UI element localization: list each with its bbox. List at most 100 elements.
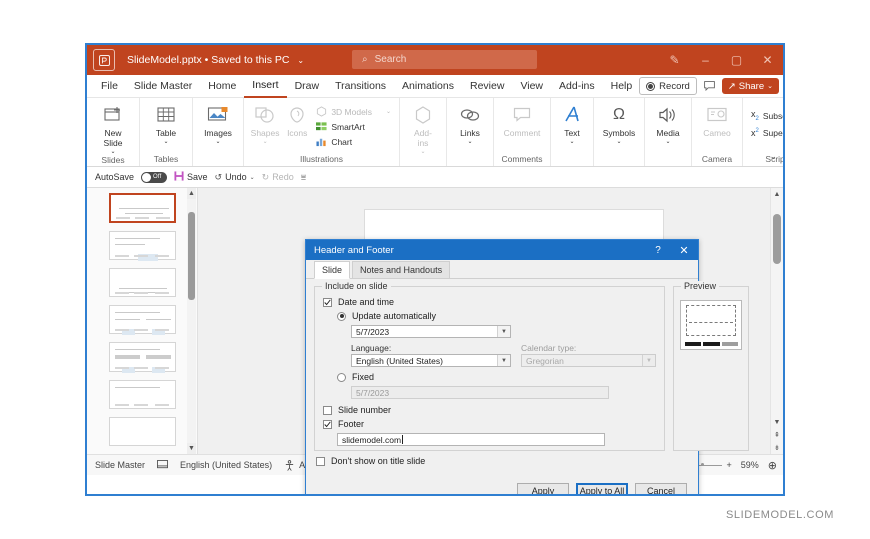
- thumbnail-slide-1[interactable]: [108, 193, 176, 223]
- scroll-down-icon[interactable]: ▼: [187, 443, 196, 454]
- chart-button[interactable]: Chart: [313, 134, 394, 149]
- text-button[interactable]: Text ⌄: [556, 101, 588, 146]
- chevron-down-icon[interactable]: ⌄: [386, 108, 391, 115]
- zoom-level-label[interactable]: 59%: [741, 460, 759, 470]
- tab-draw[interactable]: Draw: [287, 76, 328, 97]
- tab-notes-and-handouts[interactable]: Notes and Handouts: [352, 261, 451, 278]
- subscript-button[interactable]: x2 Subscript: [748, 107, 783, 124]
- record-button[interactable]: Record: [639, 77, 697, 95]
- fit-to-window-icon[interactable]: ⊕: [768, 459, 777, 472]
- vertical-scrollbar[interactable]: ▲ ▼ ⇞ ⇟: [770, 188, 783, 454]
- fixed-row[interactable]: Fixed: [337, 372, 656, 382]
- smartart-button[interactable]: SmartArt: [313, 119, 394, 134]
- superscript-button[interactable]: x2 Superscript: [748, 124, 783, 141]
- qat-more-button[interactable]: ⩸: [301, 172, 306, 183]
- icons-button[interactable]: Icons: [281, 101, 313, 139]
- symbols-button[interactable]: Ω Symbols ⌄: [599, 101, 639, 146]
- thumbnail-scrollbar[interactable]: ▲ ▼: [187, 188, 196, 454]
- header-and-footer-dialog[interactable]: Header and Footer ? ✕ Slide Notes and Ha…: [305, 239, 749, 494]
- search-box[interactable]: ⌕ Search: [352, 50, 537, 69]
- save-button[interactable]: Save: [174, 170, 208, 184]
- previous-slide-icon[interactable]: ⇞: [771, 429, 783, 441]
- tab-file[interactable]: File: [93, 76, 126, 97]
- close-button[interactable]: ✕: [752, 45, 783, 75]
- comment-button[interactable]: Comment: [499, 101, 545, 139]
- date-format-combobox[interactable]: 5/7/2023 ▼: [351, 325, 511, 338]
- minimize-button[interactable]: –: [690, 45, 721, 75]
- chevron-down-icon[interactable]: ⌄: [297, 56, 304, 65]
- apply-button[interactable]: Apply: [517, 482, 569, 494]
- tab-help[interactable]: Help: [603, 76, 641, 97]
- search-input[interactable]: Search: [375, 54, 407, 65]
- 3d-models-button[interactable]: 3D Models ⌄: [313, 104, 394, 119]
- footer-checkbox[interactable]: [323, 419, 332, 429]
- language-combobox[interactable]: English (United States) ▼: [351, 354, 511, 367]
- collapse-ribbon-button[interactable]: ⌄: [769, 151, 777, 162]
- share-button[interactable]: ↗ Share ⌄: [721, 78, 779, 94]
- tab-animations[interactable]: Animations: [394, 76, 462, 97]
- tab-slide[interactable]: Slide: [314, 261, 351, 279]
- chevron-down-icon[interactable]: ⌄: [665, 139, 670, 146]
- fixed-radio[interactable]: [337, 372, 346, 382]
- cameo-button[interactable]: Cameo: [697, 101, 737, 139]
- chevron-down-icon[interactable]: ⌄: [163, 139, 168, 146]
- chevron-down-icon[interactable]: ⌄: [420, 149, 425, 156]
- dialog-close-button[interactable]: ✕: [672, 240, 696, 260]
- new-slide-button[interactable]: New Slide ⌄: [92, 101, 134, 155]
- cancel-button[interactable]: Cancel: [635, 482, 687, 494]
- media-button[interactable]: Media ⌄: [650, 101, 686, 146]
- language-label[interactable]: English (United States): [180, 460, 272, 470]
- slide-number-checkbox[interactable]: [323, 405, 332, 415]
- autosave-toggle[interactable]: Off: [141, 171, 168, 183]
- footer-row[interactable]: Footer: [323, 419, 656, 429]
- slide-number-row[interactable]: Slide number: [323, 405, 656, 415]
- thumbnail-slide-6[interactable]: [108, 379, 176, 409]
- tab-transitions[interactable]: Transitions: [327, 76, 394, 97]
- maximize-button[interactable]: ▢: [721, 45, 752, 75]
- tab-home[interactable]: Home: [200, 76, 244, 97]
- shapes-button[interactable]: Shapes ⌄: [249, 101, 281, 146]
- slide-thumbnail-pane[interactable]: ▲ ▼: [87, 188, 198, 454]
- dont-show-on-title-slide-row[interactable]: Don't show on title slide: [316, 456, 698, 466]
- chevron-down-icon[interactable]: ⌄: [215, 139, 220, 146]
- tab-insert[interactable]: Insert: [244, 75, 287, 98]
- scroll-up-icon[interactable]: ▲: [187, 188, 196, 199]
- scroll-up-icon[interactable]: ▲: [771, 188, 783, 200]
- undo-button[interactable]: ↺ Undo ⌄: [215, 172, 255, 183]
- zoom-in-button[interactable]: +: [727, 460, 732, 470]
- update-automatically-row[interactable]: Update automatically: [337, 311, 656, 321]
- scrollbar-thumb[interactable]: [773, 214, 781, 264]
- apply-to-all-button[interactable]: Apply to All: [576, 482, 628, 494]
- chevron-down-icon[interactable]: ⌄: [110, 149, 115, 156]
- notes-icon[interactable]: [157, 460, 168, 470]
- chevron-down-icon[interactable]: ⌄: [250, 174, 255, 181]
- tab-view[interactable]: View: [512, 76, 551, 97]
- tab-review[interactable]: Review: [462, 76, 512, 97]
- thumbnail-slide-3[interactable]: [108, 267, 176, 298]
- links-button[interactable]: Links ⌄: [452, 101, 488, 146]
- add-ins-button[interactable]: Add- ins ⌄: [405, 101, 441, 155]
- chevron-down-icon[interactable]: ▼: [497, 326, 510, 337]
- date-and-time-row[interactable]: Date and time: [323, 297, 656, 307]
- scrollbar-thumb[interactable]: [188, 212, 195, 300]
- dont-show-on-title-slide-checkbox[interactable]: [316, 456, 325, 466]
- comment-icon[interactable]: [701, 78, 718, 94]
- date-and-time-checkbox[interactable]: [323, 297, 332, 307]
- thumbnail-slide-7[interactable]: [108, 416, 176, 447]
- tab-slide-master[interactable]: Slide Master: [126, 76, 200, 97]
- chevron-down-icon[interactable]: ⌄: [467, 139, 472, 146]
- tab-add-ins[interactable]: Add-ins: [551, 76, 603, 97]
- pen-icon[interactable]: ✎: [659, 45, 690, 75]
- chevron-down-icon[interactable]: ⌄: [263, 139, 268, 146]
- help-button[interactable]: ?: [646, 240, 670, 260]
- table-button[interactable]: Table ⌄: [145, 101, 187, 146]
- thumbnail-slide-5[interactable]: [108, 342, 176, 374]
- chevron-down-icon[interactable]: ⌄: [616, 139, 621, 146]
- next-slide-icon[interactable]: ⇟: [771, 442, 783, 454]
- footer-text-input[interactable]: slidemodel.com: [337, 433, 605, 446]
- scroll-down-icon[interactable]: ▼: [771, 416, 783, 428]
- thumbnail-slide-2[interactable]: [108, 230, 176, 261]
- thumbnail-slide-4[interactable]: [108, 305, 176, 336]
- fixed-date-input[interactable]: 5/7/2023: [351, 386, 609, 399]
- chevron-down-icon[interactable]: ▼: [497, 355, 510, 366]
